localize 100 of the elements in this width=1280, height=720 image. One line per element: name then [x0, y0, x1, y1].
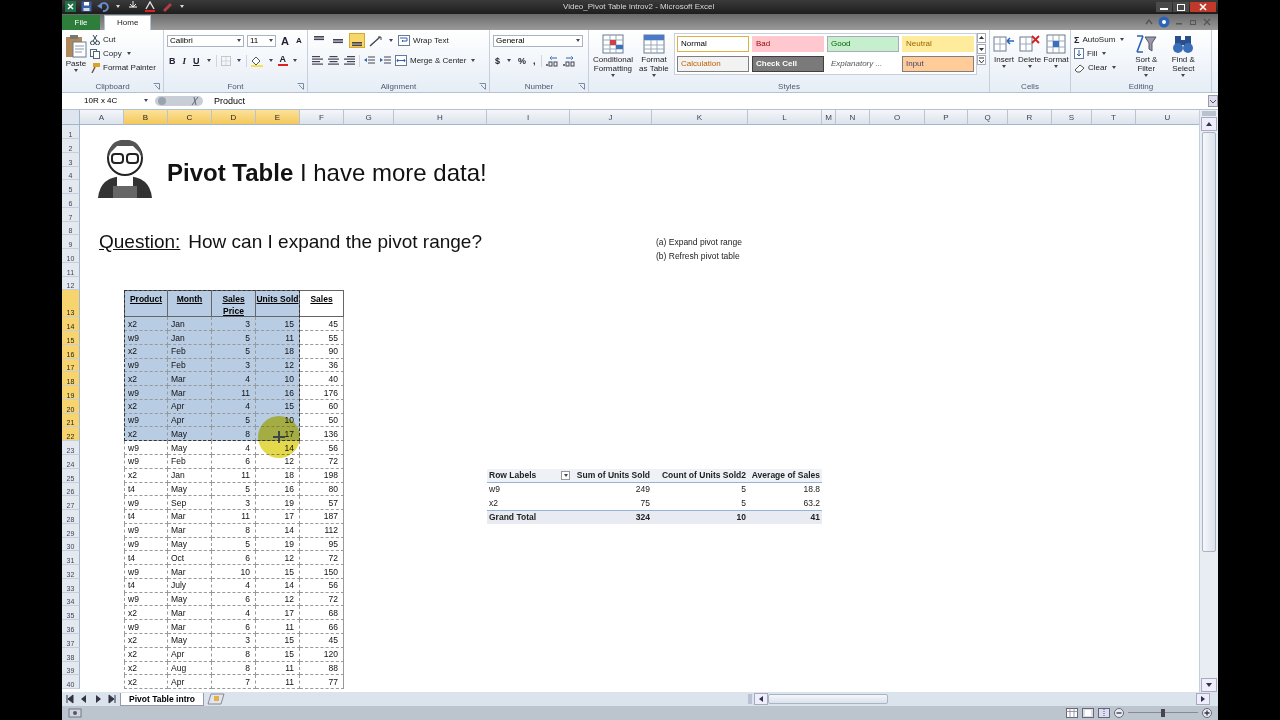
column-header[interactable]: K: [652, 110, 748, 126]
split-handle[interactable]: [1202, 111, 1216, 117]
cells-delete-button[interactable]: Delete: [1018, 32, 1042, 68]
italic-button[interactable]: I: [180, 55, 188, 66]
formula-tools-icon[interactable]: [154, 93, 204, 108]
cell-style[interactable]: Good: [827, 35, 899, 52]
column-header[interactable]: L: [748, 110, 822, 126]
normal-view-icon[interactable]: [1066, 708, 1078, 719]
column-header[interactable]: O: [870, 110, 925, 126]
scroll-down-icon[interactable]: [1201, 678, 1217, 693]
font-color-icon[interactable]: [144, 1, 156, 13]
cell-style[interactable]: Check Cell: [752, 55, 824, 72]
dialog-launcher-icon[interactable]: [297, 82, 304, 90]
orientation-icon[interactable]: [368, 34, 384, 47]
conditional-formatting-button[interactable]: Conditional Formatting: [592, 32, 634, 77]
cell-style[interactable]: Neutral: [902, 35, 974, 52]
bold-button[interactable]: B: [167, 55, 178, 66]
cells-insert-button[interactable]: Insert: [993, 32, 1015, 68]
first-sheet-icon[interactable]: [64, 693, 76, 706]
find-select-button[interactable]: Find & Select: [1166, 32, 1201, 77]
fill-button[interactable]: Fill: [1074, 47, 1127, 60]
currency-button[interactable]: $: [493, 55, 502, 66]
align-left-icon[interactable]: [311, 54, 324, 68]
column-header[interactable]: B: [124, 110, 168, 126]
clear-button[interactable]: Clear: [1074, 61, 1127, 74]
formula-field[interactable]: Product: [208, 95, 1204, 106]
file-tab[interactable]: File: [62, 14, 100, 30]
column-header[interactable]: U: [1136, 110, 1199, 126]
merge-center-button[interactable]: Merge & Center: [395, 54, 478, 67]
format-painter-button[interactable]: Format Painter: [90, 61, 156, 74]
underline-button[interactable]: U: [191, 55, 202, 66]
shrink-font-button[interactable]: A: [293, 36, 304, 46]
name-box[interactable]: 10R x 4C: [62, 93, 150, 108]
zoom-slider-thumb[interactable]: [1161, 709, 1165, 718]
comma-button[interactable]: ,: [531, 55, 538, 66]
scrollbar-thumb[interactable]: [768, 694, 888, 705]
expand-formula-icon[interactable]: [1208, 93, 1218, 108]
font-color-button[interactable]: A: [277, 55, 288, 67]
cell-style[interactable]: Explanatory ...: [827, 55, 899, 72]
help-icon[interactable]: [1158, 16, 1170, 29]
minimize-icon[interactable]: [1156, 1, 1172, 12]
zoom-out-icon[interactable]: [1114, 708, 1124, 719]
scroll-up-icon[interactable]: [1201, 117, 1217, 132]
zoom-in-icon[interactable]: [1202, 708, 1212, 719]
close-icon[interactable]: [1190, 1, 1216, 12]
ribbon-tab[interactable]: Home: [104, 14, 152, 30]
column-header[interactable]: P: [925, 110, 968, 126]
column-header[interactable]: E: [256, 110, 300, 126]
column-header[interactable]: J: [570, 110, 652, 126]
percent-button[interactable]: %: [516, 55, 529, 66]
cell-style[interactable]: Bad: [752, 35, 824, 52]
font-size-dropdown[interactable]: 11: [247, 34, 276, 47]
page-break-view-icon[interactable]: [1098, 708, 1110, 719]
split-handle[interactable]: [748, 694, 752, 705]
column-header[interactable]: Q: [968, 110, 1008, 126]
dialog-launcher-icon[interactable]: [153, 82, 160, 90]
last-sheet-icon[interactable]: [106, 693, 118, 706]
scroll-left-icon[interactable]: [754, 693, 768, 706]
column-header[interactable]: I: [487, 110, 570, 126]
format-as-table-button[interactable]: Format as Table: [636, 32, 671, 77]
scroll-down-icon[interactable]: [977, 43, 986, 54]
cells-format-button[interactable]: Format: [1044, 32, 1069, 68]
more-icon[interactable]: [977, 54, 986, 65]
undo-icon[interactable]: [97, 1, 109, 13]
paste-button[interactable]: Paste: [65, 32, 87, 72]
column-header[interactable]: H: [394, 110, 487, 126]
sheet-tab[interactable]: Pivot Table intro: [120, 692, 204, 706]
column-header[interactable]: D: [212, 110, 256, 126]
cell-style[interactable]: Calculation: [677, 55, 749, 72]
column-header[interactable]: F: [300, 110, 344, 126]
fill-color-icon[interactable]: [249, 54, 264, 67]
macro-record-icon[interactable]: [68, 708, 82, 719]
align-center-icon[interactable]: [327, 54, 340, 68]
dialog-launcher-icon[interactable]: [578, 82, 585, 90]
increase-decimal-icon[interactable]: [544, 54, 559, 67]
decrease-decimal-icon[interactable]: [561, 54, 576, 67]
spreadsheet-logo-icon[interactable]: [65, 1, 76, 13]
cut-button[interactable]: Cut: [90, 33, 156, 46]
maximize-icon[interactable]: [1173, 1, 1189, 12]
dialog-launcher-icon[interactable]: [479, 82, 486, 90]
grow-font-button[interactable]: A: [279, 34, 291, 47]
column-header[interactable]: N: [836, 110, 870, 126]
scrollbar-thumb[interactable]: [1202, 132, 1216, 553]
column-header[interactable]: A: [80, 110, 124, 126]
column-header[interactable]: R: [1008, 110, 1052, 126]
font-name-dropdown[interactable]: Calibri: [167, 34, 244, 47]
cell-style[interactable]: Normal: [677, 35, 749, 52]
cell-style[interactable]: Input: [902, 55, 974, 72]
page-layout-view-icon[interactable]: [1082, 708, 1094, 719]
copy-button[interactable]: Copy: [90, 47, 156, 60]
column-header[interactable]: T: [1092, 110, 1136, 126]
align-right-icon[interactable]: [343, 54, 356, 68]
save-icon[interactable]: [81, 1, 92, 13]
bottom-align-icon[interactable]: [349, 33, 365, 49]
scroll-up-icon[interactable]: [977, 32, 986, 43]
column-header[interactable]: S: [1052, 110, 1092, 126]
column-header[interactable]: G: [344, 110, 394, 126]
number-format-dropdown[interactable]: General: [493, 34, 583, 47]
autosum-button[interactable]: Σ AutoSum: [1074, 33, 1127, 46]
wrap-text-button[interactable]: Wrap Text: [398, 34, 449, 47]
